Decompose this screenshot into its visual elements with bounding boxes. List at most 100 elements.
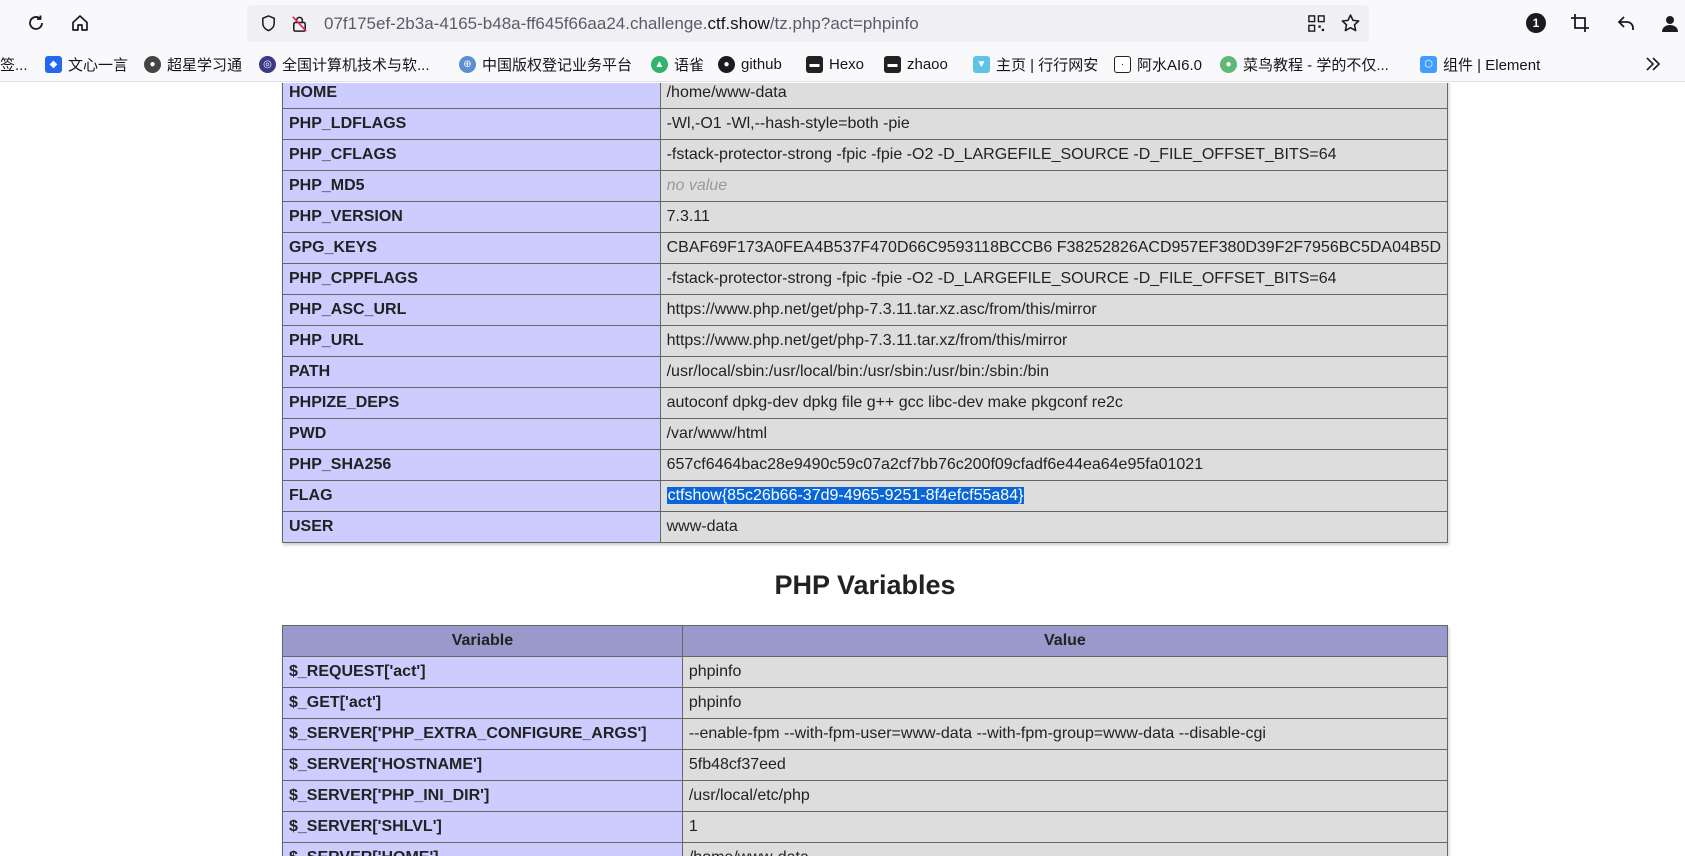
column-header-value: Value [681, 625, 1449, 657]
row-key: PHP_CFLAGS [282, 139, 661, 171]
bookmark-item[interactable]: ◆ 文心一言 [45, 46, 128, 82]
row-key: $_SERVER['SHLVL'] [282, 811, 683, 843]
table-row: HOME/home/www-data [282, 83, 1449, 109]
address-bar[interactable]: 07f175ef-2b3a-4165-b48a-ff645f66aa24.cha… [247, 5, 1369, 42]
badge-count: 1 [1526, 13, 1546, 33]
row-value[interactable]: 1 [681, 811, 1449, 843]
row-value[interactable]: 657cf6464bac28e9490c59c07a2cf7bb76c200f0… [659, 449, 1449, 481]
row-value[interactable]: autoconf dpkg-dev dpkg file g++ gcc libc… [659, 387, 1449, 419]
bookmark-item[interactable]: ● 菜鸟教程 - 学的不仅... [1220, 46, 1389, 82]
row-key: $_REQUEST['act'] [282, 656, 683, 688]
undo-icon[interactable] [1610, 7, 1642, 39]
bookmark-label: 中国版权登记业务平台 [482, 56, 633, 74]
account-icon[interactable] [1654, 7, 1685, 39]
row-value[interactable]: /home/www-data [681, 842, 1449, 856]
row-value[interactable]: no value [659, 170, 1449, 202]
page-content: HOME/home/www-data PHP_LDFLAGS -Wl,-O1 -Wl… [0, 83, 1685, 856]
bookmarks-overflow-icon[interactable] [1644, 46, 1662, 82]
table-row: PWD/var/www/html [282, 418, 1449, 450]
element-icon: ⬡ [1420, 55, 1437, 73]
row-value[interactable]: 5fb48cf37eed [681, 749, 1449, 781]
row-value[interactable]: 7.3.11 [659, 201, 1449, 233]
row-key: PHP_CPPFLAGS [282, 263, 661, 295]
bookmark-item[interactable]: ⊕ 中国版权登记业务平台 [459, 46, 632, 82]
row-key: $_SERVER['PHP_INI_DIR'] [282, 780, 683, 812]
bookmark-star-icon[interactable] [1340, 13, 1361, 39]
row-value[interactable]: -Wl,-O1 -Wl,--hash-style=both -pie [659, 108, 1449, 140]
table-row: PHP_SHA256 657cf6464bac28e9490c59c07a2cf7… [282, 449, 1449, 481]
browser-toolbar: 07f175ef-2b3a-4165-b48a-ff645f66aa24.cha… [0, 0, 1685, 46]
bookmark-label: 文心一言 [68, 56, 129, 74]
row-value[interactable]: -fstack-protector-strong -fpic -fpie -O2… [659, 139, 1449, 171]
row-value[interactable]: phpinfo [681, 656, 1449, 688]
screenshot-crop-icon[interactable] [1564, 7, 1596, 39]
table-row: PHP_ASC_URL https://www.php.net/get/php-7… [282, 294, 1449, 326]
url-host: ctf.show [707, 14, 770, 33]
table-row: $_GET['act'] phpinfo [282, 687, 1449, 719]
row-value[interactable]: /home/www-data [659, 83, 1449, 109]
bookmark-item[interactable]: ● github [718, 46, 782, 82]
bookmark-label: 组件 | Element [1443, 56, 1541, 74]
row-value[interactable]: /usr/local/etc/php [681, 780, 1449, 812]
bookmark-item[interactable]: ⬡ 组件 | Element [1420, 46, 1540, 82]
bookmark-label: 语雀 [674, 56, 705, 74]
bookmark-label: 全国计算机技术与软... [282, 56, 430, 74]
bookmark-item[interactable]: ▬ zhaoo [884, 46, 948, 82]
bookmark-item[interactable]: ▬ Hexo [806, 46, 864, 82]
extension-badge-icon[interactable]: 1 [1520, 7, 1552, 39]
table-row: $_SERVER['PHP_INI_DIR']/usr/local/etc/ph… [282, 780, 1449, 812]
row-key: $_SERVER['HOME'] [282, 842, 683, 856]
table-row: PATH/usr/local/sbin:/usr/local/bin:/usr/… [282, 356, 1449, 388]
row-key: $_SERVER['PHP_EXTRA_CONFIGURE_ARGS'] [282, 718, 683, 750]
bookmark-item[interactable]: ● 超星学习通 [144, 46, 242, 82]
row-key: PHP_MD5 [282, 170, 661, 202]
table-row: $_SERVER['SHLVL'] 1 [282, 811, 1449, 843]
shield-icon[interactable] [259, 14, 278, 38]
insecure-lock-icon[interactable] [290, 14, 309, 38]
row-value[interactable]: /var/www/html [659, 418, 1449, 450]
table-row: $_SERVER['HOSTNAME'] 5fb48cf37eed [282, 749, 1449, 781]
url-path: /tz.php?act=phpinfo [769, 14, 919, 33]
row-key: HOME [282, 83, 661, 109]
ruankao-icon: ◎ [259, 55, 276, 73]
row-value[interactable]: phpinfo [681, 687, 1449, 719]
bookmark-item[interactable]: ▲ 语雀 [651, 46, 704, 82]
row-key: PHP_URL [282, 325, 661, 357]
yuque-icon: ▲ [651, 55, 668, 73]
bookmark-item[interactable]: ▼ 主页 | 行行网安 [973, 46, 1098, 82]
row-key: USER [282, 511, 661, 543]
url-text[interactable]: 07f175ef-2b3a-4165-b48a-ff645f66aa24.cha… [324, 5, 919, 42]
hanghang-icon: ▼ [973, 55, 990, 73]
bookmark-label: 超星学习通 [167, 56, 243, 74]
home-icon[interactable] [64, 7, 96, 39]
row-value[interactable]: www-data [659, 511, 1449, 543]
bookmark-label: Hexo [829, 55, 865, 73]
row-value[interactable]: https://www.php.net/get/php-7.3.11.tar.x… [659, 325, 1449, 357]
row-key: PWD [282, 418, 661, 450]
row-key: PATH [282, 356, 661, 388]
column-header-variable: Variable [282, 625, 683, 657]
qr-code-icon[interactable] [1307, 14, 1326, 38]
row-key: PHP_VERSION [282, 201, 661, 233]
php-variables-table: Variable Value $_REQUEST['act'] phpinfo $_… [282, 625, 1449, 856]
row-value[interactable]: ctfshow{85c26b66-37d9-4965-9251-8f4efcf5… [659, 480, 1449, 512]
row-key: PHP_LDFLAGS [282, 108, 661, 140]
row-key: GPG_KEYS [282, 232, 661, 264]
table-row: PHP_VERSION 7.3.11 [282, 201, 1449, 233]
table-row: $_SERVER['PHP_EXTRA_CONFIGURE_ARGS'] --en… [282, 718, 1449, 750]
row-value[interactable]: /usr/local/sbin:/usr/local/bin:/usr/sbin… [659, 356, 1449, 388]
chaoxing-icon: ● [144, 55, 161, 73]
bookmark-item[interactable]: 签... [0, 46, 28, 82]
bookmark-item[interactable]: ◎ 全国计算机技术与软... [259, 46, 430, 82]
table-row: USER www-data [282, 511, 1449, 543]
bookmark-item[interactable]: · 阿水AI6.0 [1114, 46, 1202, 82]
reload-icon[interactable] [20, 7, 52, 39]
row-value[interactable]: CBAF69F173A0FEA4B537F470D66C9593118BCCB6… [659, 232, 1449, 264]
row-key: $_SERVER['HOSTNAME'] [282, 749, 683, 781]
row-value[interactable]: -fstack-protector-strong -fpic -fpie -O2… [659, 263, 1449, 295]
row-value[interactable]: --enable-fpm --with-fpm-user=www-data --… [681, 718, 1449, 750]
row-value[interactable]: https://www.php.net/get/php-7.3.11.tar.x… [659, 294, 1449, 326]
table-header-row: Variable Value [282, 625, 1449, 657]
row-key: PHP_SHA256 [282, 449, 661, 481]
selected-flag-text[interactable]: ctfshow{85c26b66-37d9-4965-9251-8f4efcf5… [666, 487, 1025, 504]
